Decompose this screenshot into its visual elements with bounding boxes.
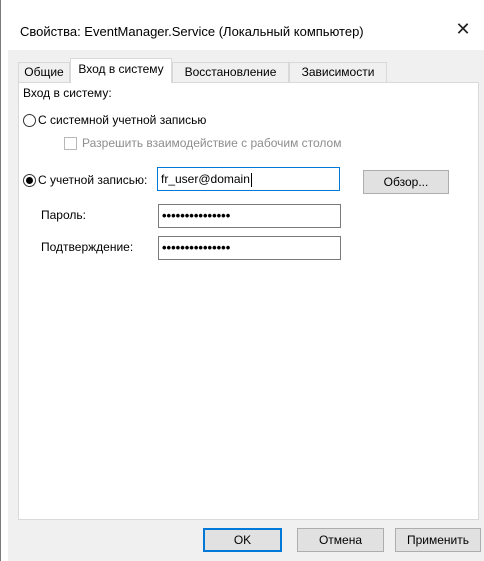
confirm-password-value: •••••••••••••••: [162, 240, 231, 255]
system-account-radio[interactable]: [23, 114, 36, 127]
password-value: •••••••••••••••: [162, 208, 231, 223]
password-label: Пароль:: [41, 208, 86, 222]
title-bar: Свойства: EventManager.Service (Локальны…: [8, 0, 484, 50]
close-icon: ✕: [455, 19, 471, 39]
background-window-edge: [0, 0, 1, 561]
desktop-interact-label: Разрешить взаимодействие с рабочим столо…: [82, 136, 342, 150]
password-input[interactable]: •••••••••••••••: [158, 204, 341, 228]
tab-recovery[interactable]: Восстановление: [172, 62, 289, 82]
system-account-label[interactable]: С системной учетной записью: [38, 113, 206, 127]
confirm-password-label: Подтверждение:: [41, 240, 134, 254]
confirm-password-input[interactable]: •••••••••••••••: [158, 236, 341, 260]
text-caret: [250, 172, 252, 187]
browse-button[interactable]: Обзор...: [363, 170, 449, 194]
this-account-radio[interactable]: [23, 174, 36, 187]
tab-dependencies[interactable]: Зависимости: [289, 62, 387, 82]
desktop-interact-checkbox: [64, 137, 77, 150]
logon-group-label: Вход в систему:: [23, 86, 112, 100]
window-title: Свойства: EventManager.Service (Локальны…: [20, 24, 364, 39]
apply-button[interactable]: Применить: [395, 528, 481, 552]
account-input[interactable]: fr_user@domain: [157, 167, 340, 191]
ok-button[interactable]: OK: [203, 528, 282, 552]
logon-tab-panel: Вход в систему: С системной учетной запи…: [18, 82, 479, 520]
account-value: fr_user@domain: [161, 172, 250, 186]
close-button[interactable]: ✕: [446, 14, 480, 44]
tab-logon[interactable]: Вход в систему: [70, 58, 172, 83]
cancel-button[interactable]: Отмена: [297, 528, 384, 552]
properties-dialog: Общие Вход в систему Восстановление Зави…: [8, 50, 484, 561]
tab-general[interactable]: Общие: [18, 62, 70, 82]
this-account-label[interactable]: С учетной записью:: [38, 173, 147, 187]
